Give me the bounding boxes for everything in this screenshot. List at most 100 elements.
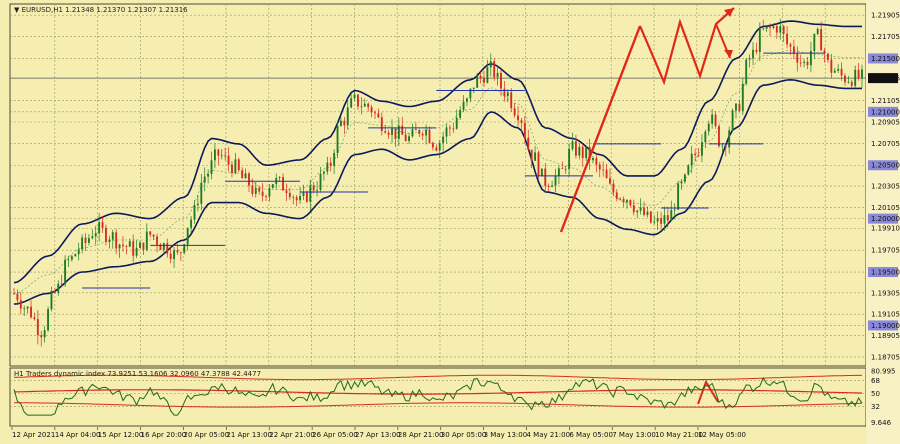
candle-body xyxy=(13,293,15,295)
candle-body xyxy=(367,103,370,108)
candle-body xyxy=(769,26,771,28)
candle-body xyxy=(799,62,802,64)
candle-body xyxy=(162,243,165,250)
candle-body xyxy=(598,164,601,170)
candle-body xyxy=(166,243,169,254)
candle-body xyxy=(128,241,131,247)
candle-body xyxy=(663,215,666,224)
price-tick-label: 1.21316 xyxy=(871,75,900,83)
candle-body xyxy=(125,246,128,247)
candle-body xyxy=(87,238,90,243)
time-tick-label: 14 Apr 04:00 xyxy=(55,431,101,439)
candle-body xyxy=(295,197,298,201)
candle-body xyxy=(847,81,850,83)
candle-body xyxy=(779,26,782,33)
candle-body xyxy=(506,92,509,97)
candle-body xyxy=(772,26,775,28)
candle-body xyxy=(404,134,407,141)
ohlc-values: 1.21348 1.21370 1.21307 1.21316 xyxy=(65,6,188,14)
candle-body xyxy=(683,174,686,182)
candle-body xyxy=(173,250,175,260)
candle-body xyxy=(738,103,741,111)
candle-body xyxy=(77,249,80,255)
candle-body xyxy=(857,69,860,79)
candle-body xyxy=(609,178,611,184)
candle-body xyxy=(707,123,710,132)
candle-body xyxy=(340,120,342,126)
candle-body xyxy=(220,155,223,157)
candle-body xyxy=(33,317,36,320)
time-tick-label: 7 May 13:00 xyxy=(612,431,656,439)
candle-body xyxy=(30,306,32,318)
candle-body xyxy=(234,159,237,173)
candle-body xyxy=(224,155,227,157)
price-tick-label: 1.21905 xyxy=(871,12,900,20)
candle-body xyxy=(207,174,210,177)
candle-body xyxy=(244,173,247,179)
candle-body xyxy=(19,300,22,309)
candle-body xyxy=(108,239,111,242)
candle-body xyxy=(98,222,101,234)
candle-body xyxy=(701,142,703,156)
price-chart[interactable]: 1.21905 1.21705 1.21500 1.21316 1.21105 1.210… xyxy=(0,0,900,444)
candle-body xyxy=(203,176,206,183)
candle-body xyxy=(101,222,104,228)
candle-body xyxy=(401,125,404,135)
candle-body xyxy=(585,146,588,159)
candle-body xyxy=(145,231,148,250)
candle-body xyxy=(118,244,121,249)
price-tick-label: 1.18705 xyxy=(871,353,900,361)
time-tick-label: 28 Apr 21:00 xyxy=(398,431,444,439)
candle-body xyxy=(84,237,87,243)
candle-body xyxy=(210,160,213,175)
candle-body xyxy=(285,190,288,193)
time-tick-label: 30 Apr 05:00 xyxy=(441,431,487,439)
candle-body xyxy=(752,49,754,59)
candle-body xyxy=(649,211,652,223)
symbol-timeframe: EURUSD,H1 xyxy=(22,6,63,14)
candle-body xyxy=(179,252,182,254)
candle-body xyxy=(135,247,138,256)
candle-body xyxy=(326,162,329,172)
candle-body xyxy=(833,70,836,73)
candle-body xyxy=(353,94,356,99)
candle-body xyxy=(139,242,141,248)
candle-body xyxy=(656,218,659,222)
candle-body xyxy=(265,196,267,197)
candle-body xyxy=(660,218,663,224)
candle-body xyxy=(227,155,230,165)
candle-body xyxy=(217,149,220,156)
candle-body xyxy=(537,152,540,177)
candle-body xyxy=(248,173,250,186)
time-tick-label: 26 Apr 05:00 xyxy=(312,431,358,439)
candle-body xyxy=(724,145,727,148)
candle-body xyxy=(748,58,751,60)
candle-body xyxy=(459,109,462,118)
candle-body xyxy=(581,146,584,159)
candle-body xyxy=(547,185,550,187)
candle-body xyxy=(517,115,519,121)
price-tick-label: 1.20305 xyxy=(871,183,900,191)
candle-body xyxy=(380,117,383,132)
time-axis: 12 Apr 2021 14 Apr 04:0015 Apr 12:0016 Ap… xyxy=(11,427,746,439)
price-tick-label: 1.20705 xyxy=(871,140,900,148)
candle-body xyxy=(268,188,271,197)
candle-body xyxy=(803,61,806,63)
candle-body xyxy=(520,120,523,123)
candle-body xyxy=(428,129,431,143)
price-tick-label: 1.21500 xyxy=(871,55,900,63)
candle-body xyxy=(646,211,649,215)
candle-body xyxy=(408,136,410,141)
price-tick-label: 1.21105 xyxy=(871,97,900,105)
price-tick-label: 1.21000 xyxy=(871,108,900,116)
candle-body xyxy=(643,207,645,215)
candle-body xyxy=(299,196,302,201)
price-tick-label: 1.19305 xyxy=(871,289,900,297)
candle-body xyxy=(425,129,428,136)
price-tick-label: 1.19000 xyxy=(871,322,900,330)
price-tick-label: 1.19105 xyxy=(871,311,900,319)
candle-body xyxy=(476,75,479,88)
candle-body xyxy=(837,68,840,71)
candle-body xyxy=(377,113,380,118)
candle-body xyxy=(680,181,683,184)
